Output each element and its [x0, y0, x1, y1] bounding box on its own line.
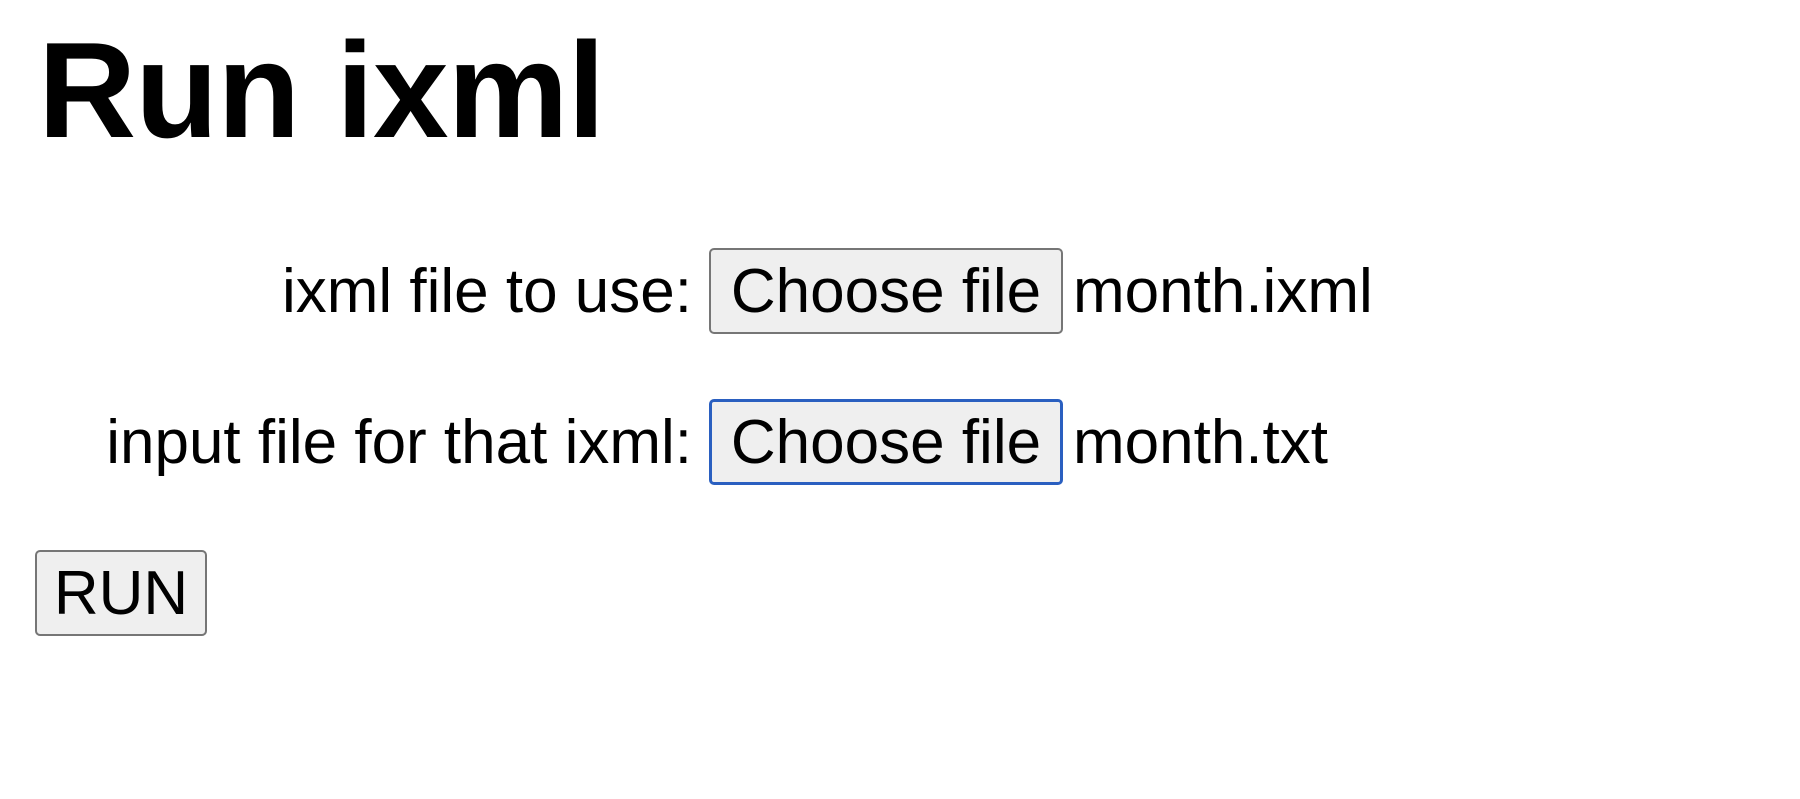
input-file-label: input file for that ixml:: [106, 407, 692, 477]
run-button[interactable]: RUN: [35, 550, 207, 636]
input-selected-file-name: month.txt: [1073, 407, 1328, 477]
input-file-choose-button[interactable]: Choose file: [709, 399, 1063, 485]
input-file-row: input file for that ixml: Choose file mo…: [0, 399, 1328, 485]
ixml-file-label: ixml file to use:: [281, 256, 692, 326]
ixml-selected-file-name: month.ixml: [1073, 256, 1373, 326]
ixml-file-row: ixml file to use: Choose file month.ixml: [0, 248, 1373, 334]
page-title: Run ixml: [38, 14, 605, 166]
ixml-file-choose-button[interactable]: Choose file: [709, 248, 1063, 334]
